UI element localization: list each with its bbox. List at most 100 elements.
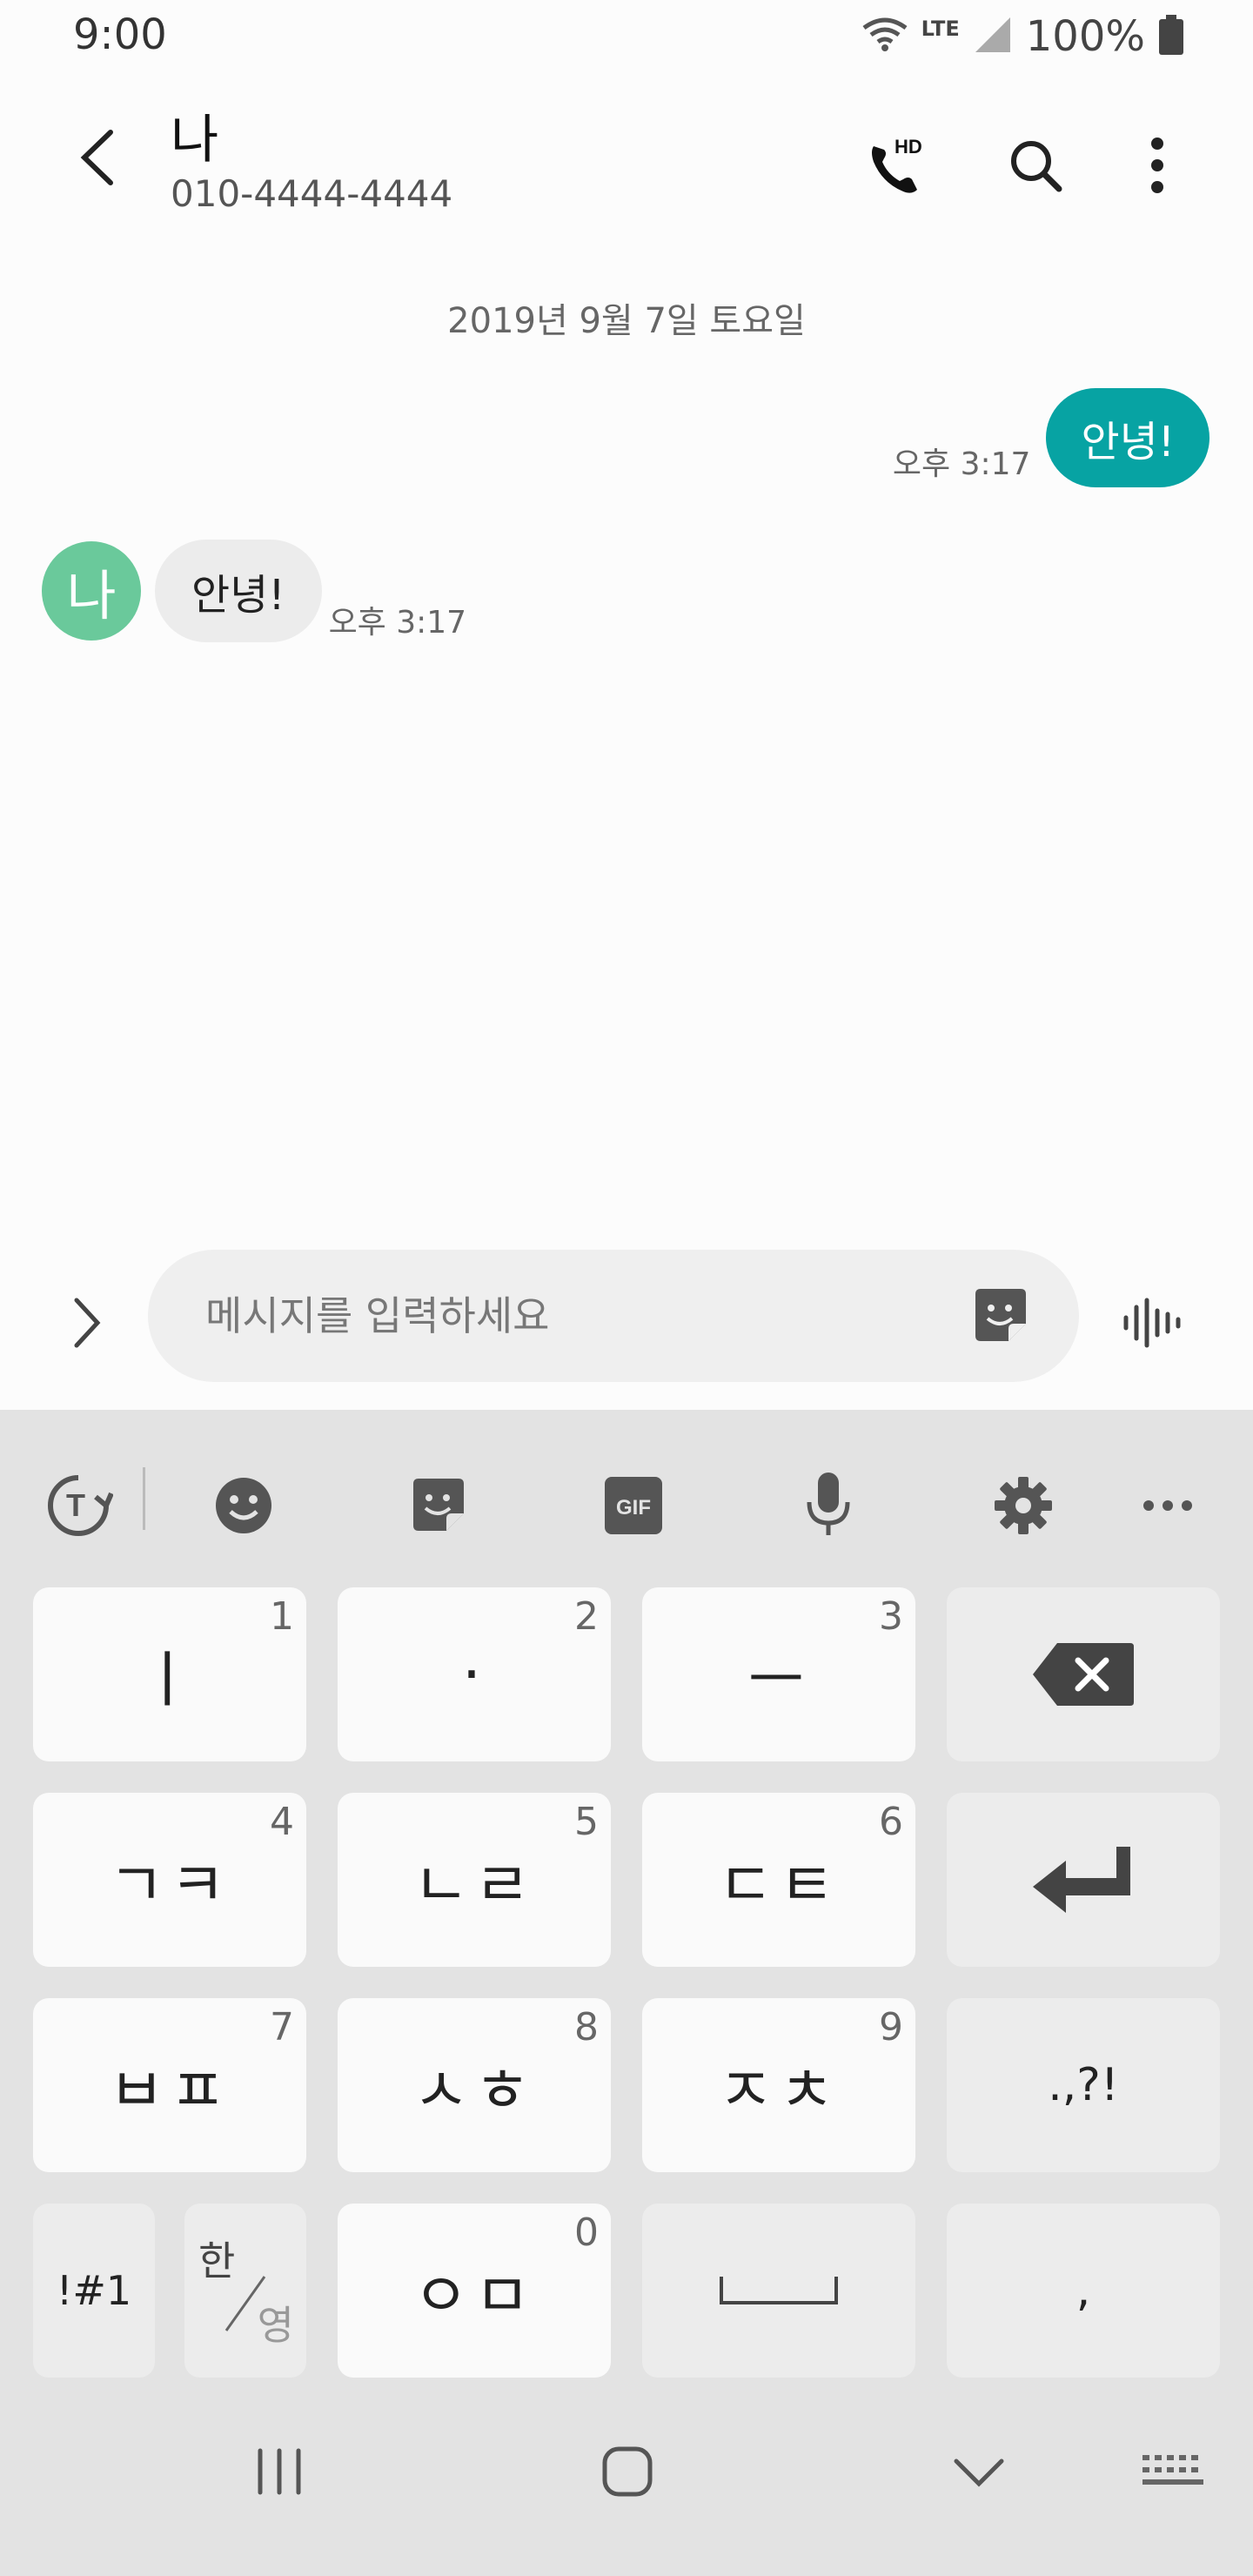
translate-icon: T xyxy=(48,1475,113,1536)
received-message-time: 오후 3:17 xyxy=(328,605,467,641)
recents-icon xyxy=(258,2448,301,2495)
key-number: 7 xyxy=(270,2005,294,2049)
gear-icon xyxy=(995,1477,1052,1534)
hide-keyboard-button[interactable] xyxy=(922,2419,1035,2524)
search-button[interactable] xyxy=(992,122,1079,209)
home-button[interactable] xyxy=(571,2419,684,2524)
keyboard-more-button[interactable] xyxy=(1124,1462,1211,1549)
chevron-down-icon xyxy=(954,2459,1004,2487)
key-n-r[interactable]: 5 ㄴㄹ xyxy=(338,1793,611,1967)
battery-percent: 100% xyxy=(1025,12,1145,61)
hd-call-button[interactable]: HD xyxy=(853,122,940,209)
toolbar-divider xyxy=(143,1467,145,1530)
keyboard-icon xyxy=(1142,2455,1203,2485)
gif-icon: GIF xyxy=(605,1477,662,1534)
key-i[interactable]: 1 ㅣ xyxy=(33,1587,306,1761)
emoji-icon xyxy=(216,1478,271,1533)
sent-message-row: 오후 3:17 안녕! xyxy=(893,388,1209,487)
space-icon xyxy=(720,2277,838,2304)
expand-attachments-button[interactable] xyxy=(52,1279,122,1366)
key-d-t[interactable]: 6 ㄷㅌ xyxy=(642,1793,915,1967)
backspace-key[interactable] xyxy=(947,1587,1220,1761)
hd-call-icon: HD xyxy=(872,136,922,193)
received-message-bubble[interactable]: 안녕! xyxy=(155,540,322,642)
key-eu[interactable]: 3 ㅡ xyxy=(642,1587,915,1761)
back-icon xyxy=(80,130,113,185)
backspace-icon xyxy=(1033,1643,1134,1706)
navigation-bar xyxy=(0,2385,1253,2576)
key-s-h[interactable]: 8 ㅅㅎ xyxy=(338,1998,611,2172)
lte-label: LTE xyxy=(921,17,960,41)
key-number: 5 xyxy=(574,1800,599,1844)
key-label: ㅣ xyxy=(138,1643,201,1715)
key-label: ㄴㄹ xyxy=(412,1848,536,1921)
key-number: 2 xyxy=(574,1594,599,1639)
chevron-right-icon xyxy=(74,1298,101,1348)
wifi-icon xyxy=(862,17,908,56)
status-bar: 9:00 LTE 100% xyxy=(0,0,1253,75)
home-icon xyxy=(602,2446,653,2497)
key-label: ㅡ xyxy=(747,1643,810,1715)
more-options-button[interactable] xyxy=(1114,122,1201,209)
status-time: 9:00 xyxy=(73,10,167,59)
key-label: ㄱㅋ xyxy=(108,1848,231,1921)
key-label: .,?! xyxy=(1048,2059,1119,2111)
search-icon xyxy=(1011,141,1062,192)
punctuation-key[interactable]: .,?! xyxy=(947,1998,1220,2172)
mic-button[interactable] xyxy=(785,1462,872,1549)
sticker-button[interactable] xyxy=(966,1281,1035,1351)
gif-button[interactable]: GIF xyxy=(590,1462,677,1549)
key-number: 8 xyxy=(574,2005,599,2049)
status-icons: LTE 100% xyxy=(862,10,1183,63)
message-input[interactable] xyxy=(205,1250,919,1382)
key-o-m[interactable]: 0 ㅇㅁ xyxy=(338,2204,611,2378)
voice-record-button[interactable] xyxy=(1114,1279,1192,1366)
comma-key[interactable]: , xyxy=(947,2204,1220,2378)
key-label: !#1 xyxy=(56,2267,132,2314)
more-horizontal-icon xyxy=(1143,1500,1192,1511)
key-j-ch[interactable]: 9 ㅈㅊ xyxy=(642,1998,915,2172)
key-number: 4 xyxy=(270,1800,294,1844)
symbols-key[interactable]: !#1 xyxy=(33,2204,155,2378)
keyboard-settings-button[interactable] xyxy=(980,1462,1067,1549)
sticker-icon xyxy=(413,1479,464,1531)
key-b-p[interactable]: 7 ㅂㅍ xyxy=(33,1998,306,2172)
keyboard-toolbar: T GIF xyxy=(0,1410,1253,1584)
keyboard-switch-button[interactable] xyxy=(1117,2419,1230,2524)
voice-wave-icon xyxy=(1123,1298,1181,1348)
svg-text:HD: HD xyxy=(895,136,922,158)
sticker-icon xyxy=(975,1289,1026,1341)
sticker-keyboard-button[interactable] xyxy=(395,1462,482,1549)
key-dot[interactable]: 2 · xyxy=(338,1587,611,1761)
translate-button[interactable]: T xyxy=(35,1462,122,1549)
conversation-header: 나 010-4444-4444 HD xyxy=(0,75,1253,240)
key-number: 3 xyxy=(879,1594,903,1639)
received-message-row: 나 안녕! 오후 3:17 xyxy=(42,540,466,642)
enter-key[interactable] xyxy=(947,1793,1220,1967)
sent-message-time: 오후 3:17 xyxy=(892,446,1031,482)
space-key[interactable] xyxy=(642,2204,915,2378)
key-label: ㅅㅎ xyxy=(412,2054,536,2126)
key-g-k[interactable]: 4 ㄱㅋ xyxy=(33,1793,306,1967)
enter-icon xyxy=(1033,1847,1130,1913)
samsung-keyboard: T GIF 1 ㅣ 2 · 3 ㅡ 4 ㄱㅋ 5 ㄴㄹ 6 ㄷㅌ 7 ㅂㅍ 8 … xyxy=(0,1410,1253,2576)
key-number: 0 xyxy=(574,2210,599,2255)
key-label: ㅇㅁ xyxy=(412,2259,536,2331)
language-english-label: 영 xyxy=(257,2302,294,2349)
contact-name: 나 xyxy=(171,110,219,171)
more-vertical-icon xyxy=(1151,138,1163,193)
recents-button[interactable] xyxy=(223,2419,336,2524)
contact-number: 010-4444-4444 xyxy=(171,172,453,215)
language-switch-key[interactable]: 한 영 xyxy=(184,2204,306,2378)
key-label: ㅈㅊ xyxy=(717,2054,841,2126)
key-label: ㅂㅍ xyxy=(108,2054,231,2126)
battery-icon xyxy=(1159,15,1183,58)
svg-text:T: T xyxy=(66,1487,85,1523)
avatar[interactable]: 나 xyxy=(42,541,141,641)
emoji-button[interactable] xyxy=(200,1462,287,1549)
key-label: ㄷㅌ xyxy=(717,1848,841,1921)
sent-message-bubble[interactable]: 안녕! xyxy=(1046,388,1209,487)
key-number: 1 xyxy=(270,1594,294,1639)
key-number: 6 xyxy=(879,1800,903,1844)
back-button[interactable] xyxy=(63,118,132,197)
